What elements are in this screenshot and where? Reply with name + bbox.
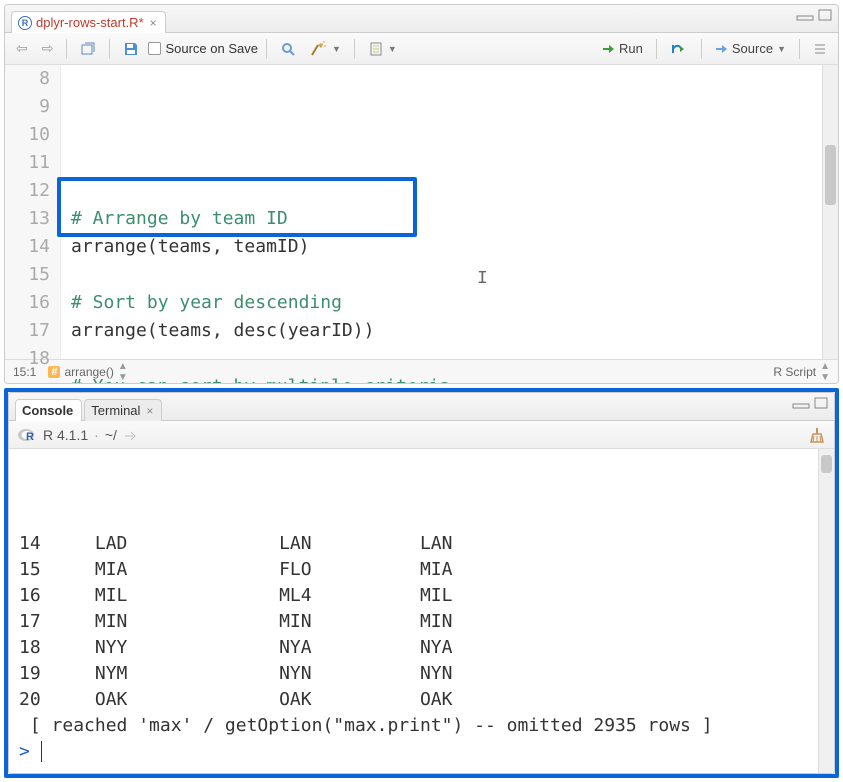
chevron-down-icon: ▼ [388,44,397,54]
editor-code-area[interactable]: I # Arrange by team IDarrange(teams, tea… [61,65,838,359]
svg-text:R: R [26,431,34,443]
code-line[interactable]: arrange(teams, teamID) [71,233,838,261]
code-editor[interactable]: 89101112131415161718 I # Arrange by team… [5,65,838,359]
terminal-tab[interactable]: Terminal × [84,399,162,421]
nav-back-button[interactable]: ⇦ [11,37,33,60]
console-tabbar: Console Terminal × [9,393,834,421]
rerun-button[interactable] [665,40,693,58]
save-button[interactable] [118,38,144,60]
source-tabbar: R dplyr-rows-start.R* × [5,5,838,33]
run-label: Run [619,41,643,56]
code-line[interactable]: arrange(teams, desc(yearID)) [71,317,838,345]
terminal-tab-label: Terminal [91,403,140,418]
minimize-icon[interactable] [796,9,814,21]
source-on-save-label: Source on Save [165,41,258,56]
close-tab-icon[interactable]: × [150,16,157,30]
console-output[interactable]: 14 LAD LAN LAN15 MIA FLO MIA16 MIL ML4 M… [9,449,834,773]
chevron-down-icon: ▼ [332,44,341,54]
source-tab[interactable]: R dplyr-rows-start.R* × [11,11,166,33]
source-pane-window-controls [796,9,832,21]
clear-console-icon[interactable] [808,426,826,444]
r-logo-icon: R [17,427,37,443]
editor-scrollbar[interactable] [822,65,838,359]
console-tab-label: Console [22,403,73,418]
source-toolbar: ⇦ ⇨ Source on Save ▼ ▼ Run [5,33,838,65]
working-directory[interactable]: ~/ [105,427,117,443]
code-line[interactable] [71,261,838,289]
console-highlight-annotation: Console Terminal × R R 4.1.1 · ~/ [4,388,839,778]
console-scrollbar[interactable] [818,449,834,773]
source-on-save-checkbox[interactable] [148,42,161,55]
console-row: 19 NYM NYN NYN [19,661,824,687]
console-row: 20 OAK OAK OAK [19,687,824,713]
source-filename: dplyr-rows-start.R* [36,15,144,30]
console-pane: Console Terminal × R R 4.1.1 · ~/ [8,392,835,774]
code-line[interactable]: # Arrange by team ID [71,205,838,233]
r-version: R 4.1.1 [43,427,88,443]
code-line[interactable] [71,345,838,373]
r-file-icon: R [18,16,32,30]
nav-forward-button[interactable]: ⇨ [37,37,59,60]
editor-gutter: 89101112131415161718 [5,65,61,359]
source-label: Source [732,41,773,56]
minimize-icon[interactable] [792,397,810,409]
console-row: 14 LAD LAN LAN [19,531,824,557]
wd-popout-icon[interactable] [123,429,137,441]
chevron-down-icon: ▼ [777,44,786,54]
run-button[interactable]: Run [597,38,648,59]
text-cursor-icon: I [477,265,488,293]
maximize-icon[interactable] [818,9,832,21]
find-button[interactable] [275,38,301,60]
code-line[interactable] [71,177,838,205]
console-prompt[interactable]: > [19,739,824,765]
maximize-icon[interactable] [814,397,828,409]
console-row: 18 NYY NYA NYA [19,635,824,661]
code-line[interactable]: # Sort by year descending [71,289,838,317]
show-in-new-window-button[interactable] [75,38,101,60]
console-tab[interactable]: Console [15,399,82,421]
outline-button[interactable] [808,39,832,59]
console-truncation-msg: [ reached 'max' / getOption("max.print")… [19,713,824,739]
source-pane: R dplyr-rows-start.R* × ⇦ ⇨ Source on Sa… [4,4,839,384]
console-pane-window-controls [792,397,828,409]
code-tools-button[interactable]: ▼ [305,38,346,60]
close-tab-icon[interactable]: × [146,404,153,418]
function-chip-icon: # [48,366,60,378]
console-row: 16 MIL ML4 MIL [19,583,824,609]
compile-report-button[interactable]: ▼ [363,38,402,60]
console-row: 17 MIN MIN MIN [19,609,824,635]
source-button[interactable]: Source ▼ [710,38,791,59]
console-toolbar: R R 4.1.1 · ~/ [9,421,834,449]
console-row: 15 MIA FLO MIA [19,557,824,583]
code-line[interactable]: # You can sort by multiple criteria [71,373,838,384]
